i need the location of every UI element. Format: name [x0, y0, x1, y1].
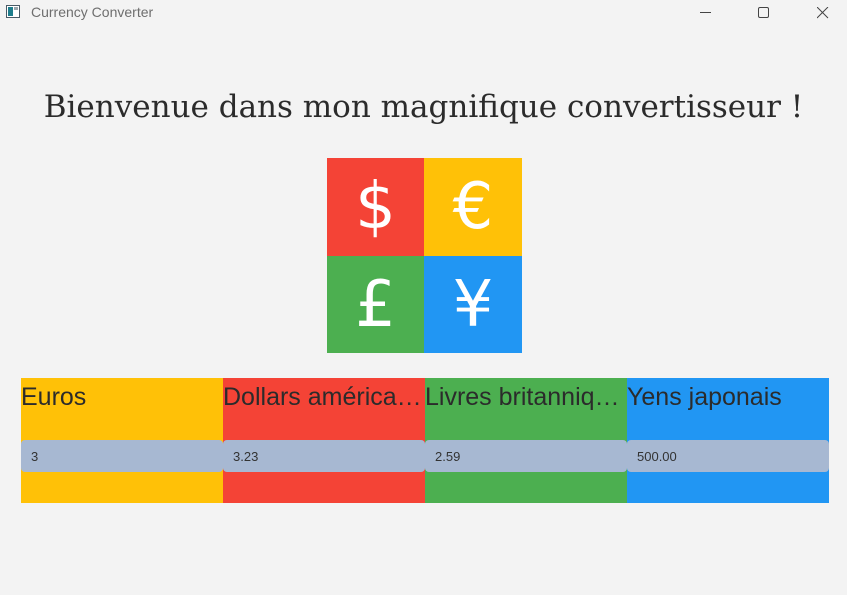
main-content: Bienvenue dans mon magnifique convertiss…	[0, 26, 847, 595]
close-icon	[817, 7, 829, 19]
pound-icon: £	[327, 256, 424, 353]
currency-column-yens: Yens japonais	[627, 378, 829, 503]
currency-logo: $ € £ ¥	[327, 158, 522, 353]
currency-label-pounds: Livres britanniques	[425, 383, 625, 411]
currency-label-euros: Euros	[21, 383, 87, 411]
dollar-icon: $	[327, 158, 424, 256]
amount-input-pounds[interactable]	[425, 440, 627, 472]
close-button[interactable]	[800, 0, 846, 26]
amount-input-dollars[interactable]	[223, 440, 425, 472]
currency-label-dollars: Dollars américains	[223, 383, 423, 411]
yen-icon: ¥	[424, 256, 522, 353]
app-window-icon	[6, 5, 20, 18]
window-title: Currency Converter	[31, 4, 154, 20]
currency-panel: Euros Dollars américains Livres britanni…	[21, 378, 829, 503]
currency-column-dollars: Dollars américains	[223, 378, 425, 503]
amount-input-yens[interactable]	[627, 440, 829, 472]
currency-column-euros: Euros	[21, 378, 223, 503]
currency-column-pounds: Livres britanniques	[425, 378, 627, 503]
maximize-icon	[758, 7, 769, 18]
currency-label-yens: Yens japonais	[627, 383, 782, 411]
minimize-icon	[700, 12, 711, 13]
title-bar: Currency Converter	[0, 0, 847, 26]
amount-input-euros[interactable]	[21, 440, 223, 472]
maximize-button[interactable]	[741, 0, 787, 26]
page-title: Bienvenue dans mon magnifique convertiss…	[43, 89, 804, 125]
minimize-button[interactable]	[683, 0, 729, 26]
euro-icon: €	[424, 158, 522, 256]
